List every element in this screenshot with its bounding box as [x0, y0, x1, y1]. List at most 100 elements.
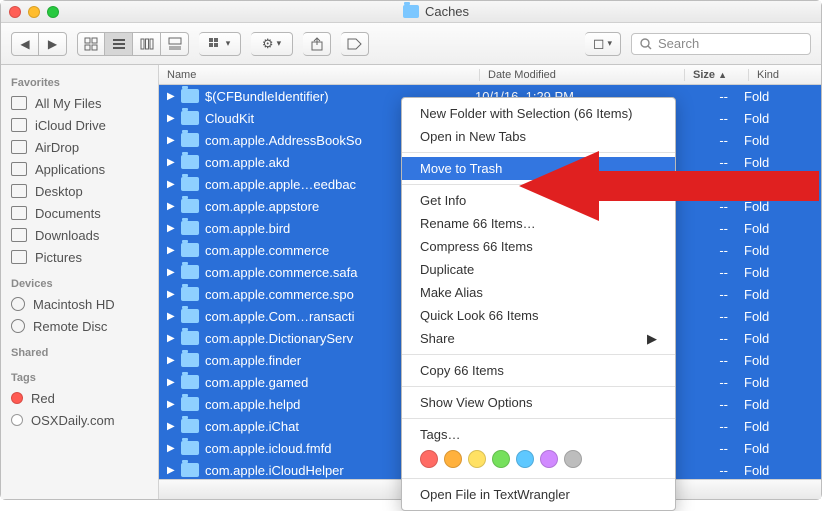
tag-color-button[interactable]	[444, 450, 462, 468]
sidebar-item[interactable]: Applications	[1, 158, 158, 180]
file-kind: Fold	[736, 133, 821, 148]
back-button[interactable]: ◀	[11, 32, 39, 56]
disclosure-triangle-icon[interactable]: ▶	[167, 311, 177, 322]
file-size: --	[672, 177, 736, 192]
sidebar-item[interactable]: Downloads	[1, 224, 158, 246]
menu-item[interactable]: Share▶	[402, 327, 675, 350]
sidebar-item-icon	[11, 297, 25, 311]
close-button[interactable]	[9, 6, 21, 18]
sidebar-item[interactable]: iCloud Drive	[1, 114, 158, 136]
search-input[interactable]: Search	[631, 33, 811, 55]
sidebar-item[interactable]: Pictures	[1, 246, 158, 268]
toolbar: ◀ ▶ ▾ ⚙▾ ◻▾ Search	[1, 23, 821, 65]
menu-separator	[402, 354, 675, 355]
menu-item[interactable]: Copy 66 Items	[402, 359, 675, 382]
tag-color-button[interactable]	[516, 450, 534, 468]
coverflow-view-button[interactable]	[161, 32, 189, 56]
menu-item-label: Duplicate	[420, 262, 474, 277]
menu-item[interactable]: Rename 66 Items…	[402, 212, 675, 235]
menu-item[interactable]: Duplicate	[402, 258, 675, 281]
sidebar-item[interactable]: Macintosh HD	[1, 293, 158, 315]
menu-item-label: Open in New Tabs	[420, 129, 526, 144]
disclosure-triangle-icon[interactable]: ▶	[167, 399, 177, 410]
disclosure-triangle-icon[interactable]: ▶	[167, 157, 177, 168]
file-size: --	[672, 89, 736, 104]
sidebar-item-icon	[11, 319, 25, 333]
action-button[interactable]: ⚙▾	[251, 32, 293, 56]
menu-item[interactable]: Open in New Tabs	[402, 125, 675, 148]
tag-color-button[interactable]	[420, 450, 438, 468]
disclosure-triangle-icon[interactable]: ▶	[167, 113, 177, 124]
list-view-button[interactable]	[105, 32, 133, 56]
col-kind-header[interactable]: Kind	[748, 69, 821, 81]
menu-separator	[402, 386, 675, 387]
disclosure-triangle-icon[interactable]: ▶	[167, 465, 177, 476]
menu-item-label: Move to Trash	[420, 161, 502, 176]
tag-color-button[interactable]	[492, 450, 510, 468]
col-size-header[interactable]: Size ▲	[684, 69, 748, 81]
disclosure-triangle-icon[interactable]: ▶	[167, 223, 177, 234]
menu-item[interactable]: Compress 66 Items	[402, 235, 675, 258]
menu-item[interactable]: Make Alias	[402, 281, 675, 304]
sidebar-item[interactable]: Remote Disc	[1, 315, 158, 337]
tags-button[interactable]	[341, 32, 369, 56]
arrange-button[interactable]: ▾	[199, 32, 241, 56]
menu-item[interactable]: Get Info	[402, 189, 675, 212]
view-mode-buttons	[77, 32, 189, 56]
menu-separator	[402, 418, 675, 419]
sidebar-item[interactable]: Desktop	[1, 180, 158, 202]
menu-item[interactable]: Tags…	[402, 423, 675, 446]
disclosure-triangle-icon[interactable]: ▶	[167, 289, 177, 300]
menu-item[interactable]: Quick Look 66 Items	[402, 304, 675, 327]
sidebar-item-icon	[11, 96, 27, 110]
sidebar-heading-shared: Shared	[1, 345, 158, 362]
tag-color-button[interactable]	[564, 450, 582, 468]
folder-icon	[181, 177, 199, 191]
menu-separator	[402, 152, 675, 153]
disclosure-triangle-icon[interactable]: ▶	[167, 135, 177, 146]
sidebar-item-icon	[11, 206, 27, 220]
sidebar-item[interactable]: All My Files	[1, 92, 158, 114]
disclosure-triangle-icon[interactable]: ▶	[167, 245, 177, 256]
folder-icon	[181, 419, 199, 433]
disclosure-triangle-icon[interactable]: ▶	[167, 377, 177, 388]
disclosure-triangle-icon[interactable]: ▶	[167, 179, 177, 190]
tag-color-button[interactable]	[540, 450, 558, 468]
file-size: --	[672, 287, 736, 302]
folder-icon	[181, 199, 199, 213]
disclosure-triangle-icon[interactable]: ▶	[167, 421, 177, 432]
menu-item[interactable]: Open File in TextWrangler	[402, 483, 675, 506]
file-size: --	[672, 419, 736, 434]
dropbox-button[interactable]: ◻▾	[585, 32, 621, 56]
menu-item[interactable]: Show View Options	[402, 391, 675, 414]
col-date-header[interactable]: Date Modified	[479, 69, 684, 81]
fullscreen-button[interactable]	[47, 6, 59, 18]
forward-button[interactable]: ▶	[39, 32, 67, 56]
disclosure-triangle-icon[interactable]: ▶	[167, 355, 177, 366]
sidebar-item[interactable]: Documents	[1, 202, 158, 224]
file-kind: Fold	[736, 353, 821, 368]
share-button[interactable]	[303, 32, 331, 56]
disclosure-triangle-icon[interactable]: ▶	[167, 267, 177, 278]
col-name-header[interactable]: Name	[159, 69, 479, 81]
icon-view-button[interactable]	[77, 32, 105, 56]
disclosure-triangle-icon[interactable]: ▶	[167, 443, 177, 454]
folder-icon	[181, 353, 199, 367]
menu-item[interactable]: Move to Trash	[402, 157, 675, 180]
sidebar-item[interactable]: AirDrop	[1, 136, 158, 158]
folder-icon	[181, 155, 199, 169]
folder-icon	[181, 243, 199, 257]
file-kind: Fold	[736, 199, 821, 214]
disclosure-triangle-icon[interactable]: ▶	[167, 333, 177, 344]
file-kind: Fold	[736, 397, 821, 412]
menu-item[interactable]: New Folder with Selection (66 Items)	[402, 102, 675, 125]
sidebar-tag[interactable]: Red	[1, 387, 158, 409]
tag-color-button[interactable]	[468, 450, 486, 468]
disclosure-triangle-icon[interactable]: ▶	[167, 91, 177, 102]
disclosure-triangle-icon[interactable]: ▶	[167, 201, 177, 212]
minimize-button[interactable]	[28, 6, 40, 18]
sidebar-tag[interactable]: OSXDaily.com	[1, 409, 158, 431]
column-view-button[interactable]	[133, 32, 161, 56]
file-kind: Fold	[736, 287, 821, 302]
search-icon	[640, 38, 652, 50]
